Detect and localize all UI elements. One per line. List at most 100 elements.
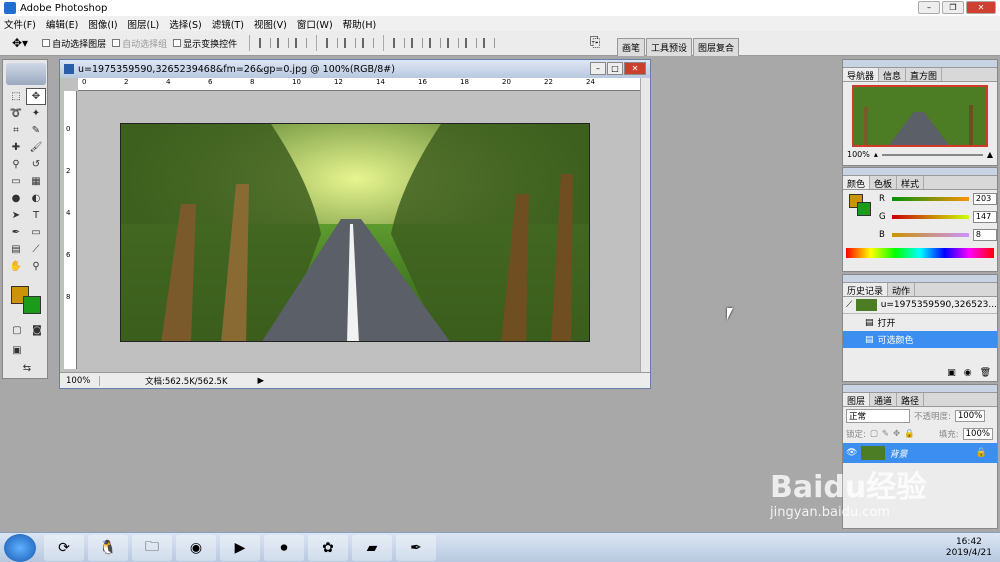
screen-mode-icon[interactable]: ▣ [7,342,27,359]
lock-all-icon[interactable]: 🔒 [904,429,915,439]
quick-mask-off-icon[interactable]: ▢ [7,322,27,339]
background-color-swatch[interactable] [23,296,41,314]
vertical-ruler[interactable]: 0 2 4 6 8 [64,91,77,369]
doc-maximize-button[interactable]: □ [607,62,623,75]
align-right-icon[interactable] [362,38,375,48]
system-clock[interactable]: 16:42 2019/4/21 [946,537,992,559]
menu-image[interactable]: 图像(I) [88,17,117,31]
status-menu-arrow-icon[interactable]: ▶ [258,376,265,386]
taskbar-explorer-icon[interactable]: 🗀 [132,534,172,561]
taskbar-notepad-icon[interactable]: ▰ [352,534,392,561]
notes-tool-icon[interactable]: ▤ [6,241,26,258]
tab-info[interactable]: 信息 [879,68,907,82]
menu-edit[interactable]: 编辑(E) [46,17,78,31]
delete-icon[interactable]: 🗑 [980,368,991,378]
new-document-icon[interactable]: ▣ [947,368,956,378]
lasso-tool-icon[interactable]: ➰ [6,105,26,122]
lock-paint-icon[interactable]: ✎ [882,429,889,439]
jump-to-imageready-icon[interactable]: ⇆ [17,360,37,377]
tab-histogram[interactable]: 直方图 [906,68,943,82]
taskbar-firefox-icon[interactable]: ◉ [176,534,216,561]
tab-navigator[interactable]: 导航器 [843,68,880,82]
quick-mask-on-icon[interactable]: ◙ [27,322,47,339]
color-bg-swatch[interactable] [857,202,871,216]
history-brush-source-icon[interactable]: ⟋ [846,300,852,310]
align-middle-icon[interactable] [277,38,290,48]
tab-channels[interactable]: 通道 [870,393,898,407]
taskbar-photoshop-icon[interactable]: ✒ [396,534,436,561]
blend-mode-select[interactable]: 正常 [846,409,910,423]
move-tool-icon[interactable]: ✥ [26,88,46,105]
auto-select-layer-checkbox[interactable]: 自动选择图层 [42,37,106,50]
move-tool-icon[interactable]: ✥▾ [12,36,28,50]
new-snapshot-icon[interactable]: ◉ [964,368,972,378]
start-button[interactable] [4,533,36,562]
horizontal-ruler[interactable]: 0 2 4 6 8 10 12 14 16 18 20 22 24 [78,78,640,91]
b-slider[interactable] [892,233,969,237]
dodge-tool-icon[interactable]: ◐ [26,190,46,207]
road-tree-tunnel-image[interactable] [120,123,590,342]
fill-input[interactable]: 100% [962,428,993,440]
crop-tool-icon[interactable]: ⌗ [6,122,26,139]
vertical-scrollbar[interactable] [640,78,650,372]
history-snapshot[interactable]: ⟋ u=1975359590,326523... [843,297,997,314]
path-select-icon[interactable]: ➤ [6,207,26,224]
tab-styles[interactable]: 样式 [897,176,925,190]
file-browser-icon[interactable]: ⎘ [590,35,600,50]
lock-transparency-icon[interactable]: ▢ [870,429,878,439]
menu-file[interactable]: 文件(F) [4,17,36,31]
distribute-top-icon[interactable] [393,38,406,48]
taskbar-record-icon[interactable]: ⏺ [264,534,304,561]
taskbar-qq-icon[interactable]: 🐧 [88,534,128,561]
document-title-bar[interactable]: u=1975359590,3265239468&fm=26&gp=0.jpg @… [60,60,650,78]
palette-tab-tool-presets[interactable]: 工具预设 [646,38,693,56]
close-button[interactable]: ✕ [966,1,996,14]
tab-color[interactable]: 颜色 [843,176,871,190]
feather-logo-icon[interactable] [6,63,46,85]
distribute-left-icon[interactable] [447,38,460,48]
navigator-thumbnail[interactable] [852,85,988,147]
hand-tool-icon[interactable]: ✋ [6,258,26,275]
b-value-input[interactable]: 8 [972,229,998,241]
show-transform-checkbox[interactable]: 显示变换控件 [173,37,237,50]
zoom-in-icon[interactable]: ▲ [987,150,993,159]
tab-paths[interactable]: 路径 [897,393,925,407]
healing-brush-icon[interactable]: ✚ [6,139,26,156]
tab-swatches[interactable]: 色板 [870,176,898,190]
marquee-tool-icon[interactable]: ⬚ [6,88,26,105]
zoom-tool-icon[interactable]: ⚲ [26,258,46,275]
menu-layer[interactable]: 图层(L) [128,17,160,31]
blur-tool-icon[interactable]: ● [6,190,26,207]
menu-view[interactable]: 视图(V) [254,17,287,31]
color-spectrum-bar[interactable] [846,248,994,258]
g-slider[interactable] [892,215,969,219]
navigator-zoom-slider[interactable] [881,153,983,156]
clone-stamp-icon[interactable]: ⚲ [6,156,26,173]
minimize-button[interactable]: – [918,1,940,14]
history-item[interactable]: ▤ 可选颜色 [843,331,997,348]
pen-tool-icon[interactable]: ✒ [6,224,26,241]
type-tool-icon[interactable]: T [26,207,46,224]
shape-tool-icon[interactable]: ▭ [26,224,46,241]
opacity-input[interactable]: 100% [954,410,986,422]
magic-wand-tool-icon[interactable]: ✦ [26,105,46,122]
distribute-right-icon[interactable] [483,38,496,48]
navigator-zoom[interactable]: 100% [847,150,870,159]
brush-tool-icon[interactable]: 🖌 [26,139,46,156]
slice-tool-icon[interactable]: ✎ [26,122,46,139]
history-brush-icon[interactable]: ↺ [26,156,46,173]
eraser-tool-icon[interactable]: ▭ [6,173,26,190]
taskbar-media-icon[interactable]: ▶ [220,534,260,561]
align-top-icon[interactable] [259,38,272,48]
r-slider[interactable] [892,197,969,201]
canvas-area[interactable] [78,92,640,369]
distribute-bottom-icon[interactable] [429,38,442,48]
lock-move-icon[interactable]: ✥ [893,429,900,439]
menu-filter[interactable]: 滤镜(T) [212,17,244,31]
menu-help[interactable]: 帮助(H) [343,17,377,31]
g-value-input[interactable]: 147 [972,211,998,223]
tab-history[interactable]: 历史记录 [843,283,889,297]
maximize-button[interactable]: ❐ [942,1,964,14]
distribute-center-icon[interactable] [465,38,478,48]
r-value-input[interactable]: 203 [972,193,998,205]
